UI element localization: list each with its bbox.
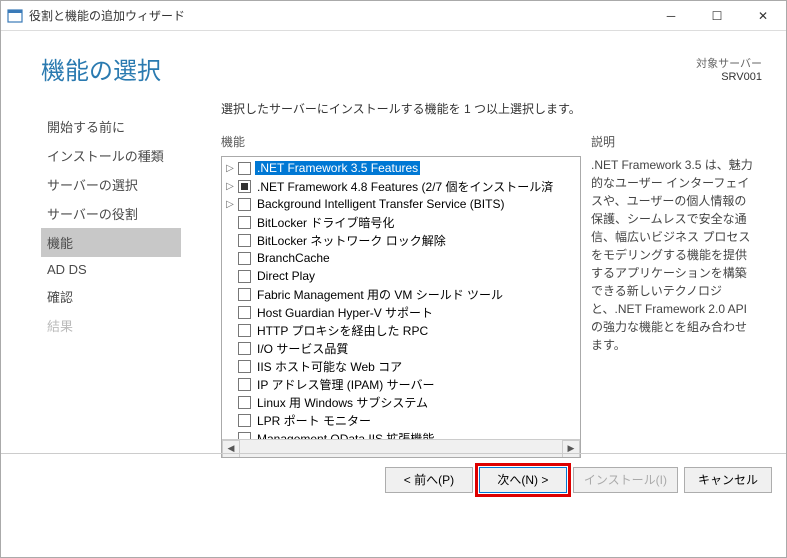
feature-label: BitLocker ネットワーク ロック解除	[255, 232, 448, 249]
feature-row[interactable]: ▷Management OData IIS 拡張機能	[222, 429, 580, 439]
feature-row[interactable]: ▷BitLocker ネットワーク ロック解除	[222, 231, 580, 249]
wizard-footer: < 前へ(P) 次へ(N) > インストール(I) キャンセル	[1, 453, 786, 505]
wizard-step[interactable]: インストールの種類	[41, 141, 181, 170]
features-header: 機能	[221, 133, 581, 150]
expand-icon[interactable]: ▷	[224, 181, 236, 192]
target-server-name: SRV001	[696, 71, 762, 83]
feature-checkbox[interactable]	[238, 162, 251, 175]
expand-icon[interactable]: ▷	[224, 199, 236, 210]
feature-label: BitLocker ドライブ暗号化	[255, 214, 396, 231]
instruction-text: 選択したサーバーにインストールする機能を 1 つ以上選択します。	[181, 100, 766, 117]
target-server-label: 対象サーバー	[696, 55, 762, 71]
wizard-icon	[7, 8, 23, 24]
feature-label: HTTP プロキシを経由した RPC	[255, 322, 430, 339]
feature-label: LPR ポート モニター	[255, 412, 373, 429]
feature-row[interactable]: ▷Direct Play	[222, 267, 580, 285]
feature-row[interactable]: ▷BitLocker ドライブ暗号化	[222, 213, 580, 231]
feature-label: I/O サービス品質	[255, 340, 350, 357]
description-text: .NET Framework 3.5 は、魅力的なユーザー インターフェイスや、…	[591, 156, 756, 354]
feature-checkbox[interactable]	[238, 270, 251, 283]
description-header: 説明	[591, 133, 756, 150]
feature-row[interactable]: ▷LPR ポート モニター	[222, 411, 580, 429]
feature-checkbox[interactable]	[238, 288, 251, 301]
feature-checkbox[interactable]	[238, 216, 251, 229]
feature-row[interactable]: ▷Linux 用 Windows サブシステム	[222, 393, 580, 411]
feature-checkbox[interactable]	[238, 360, 251, 373]
feature-row[interactable]: ▷HTTP プロキシを経由した RPC	[222, 321, 580, 339]
feature-checkbox[interactable]	[238, 306, 251, 319]
feature-row[interactable]: ▷ .NET Framework 4.8 Features (2/7 個をインスト…	[222, 177, 580, 195]
feature-label: IIS ホスト可能な Web コア	[255, 358, 404, 375]
feature-checkbox[interactable]	[238, 342, 251, 355]
wizard-steps-sidebar: 開始する前にインストールの種類サーバーの選択サーバーの役割機能AD DS確認結果	[1, 96, 181, 458]
titlebar: 役割と機能の追加ウィザード ─ ☐ ✕	[1, 1, 786, 31]
feature-checkbox[interactable]	[238, 396, 251, 409]
features-tree[interactable]: ▷ .NET Framework 3.5 Features ▷ .NET Framew…	[221, 156, 581, 458]
next-button[interactable]: 次へ(N) >	[479, 467, 567, 493]
target-server-info: 対象サーバー SRV001	[696, 55, 762, 83]
feature-label: .NET Framework 4.8 Features (2/7 個をインストー…	[255, 178, 555, 195]
feature-row[interactable]: ▷IIS ホスト可能な Web コア	[222, 357, 580, 375]
feature-checkbox[interactable]	[238, 378, 251, 391]
wizard-step: 結果	[41, 311, 181, 340]
feature-label: .NET Framework 3.5 Features	[255, 161, 420, 175]
feature-label: Host Guardian Hyper-V サポート	[255, 304, 435, 321]
cancel-button[interactable]: キャンセル	[684, 467, 772, 493]
feature-label: Linux 用 Windows サブシステム	[255, 394, 430, 411]
feature-row[interactable]: ▷Host Guardian Hyper-V サポート	[222, 303, 580, 321]
feature-label: Management OData IIS 拡張機能	[255, 430, 436, 440]
feature-label: Fabric Management 用の VM シールド ツール	[255, 286, 505, 303]
feature-label: Direct Play	[255, 269, 317, 283]
feature-label: BranchCache	[255, 251, 332, 265]
wizard-step[interactable]: 開始する前に	[41, 112, 181, 141]
feature-row[interactable]: ▷Fabric Management 用の VM シールド ツール	[222, 285, 580, 303]
close-button[interactable]: ✕	[740, 1, 786, 31]
previous-button[interactable]: < 前へ(P)	[385, 467, 473, 493]
feature-checkbox[interactable]	[238, 198, 251, 211]
wizard-step[interactable]: AD DS	[41, 257, 181, 282]
feature-row[interactable]: ▷IP アドレス管理 (IPAM) サーバー	[222, 375, 580, 393]
feature-row[interactable]: ▷ Background Intelligent Transfer Service…	[222, 195, 580, 213]
wizard-step[interactable]: 確認	[41, 282, 181, 311]
feature-checkbox[interactable]	[238, 414, 251, 427]
feature-checkbox[interactable]	[238, 432, 251, 440]
minimize-button[interactable]: ─	[648, 1, 694, 31]
wizard-step[interactable]: サーバーの役割	[41, 199, 181, 228]
feature-row[interactable]: ▷BranchCache	[222, 249, 580, 267]
install-button[interactable]: インストール(I)	[573, 467, 678, 493]
expand-icon[interactable]: ▷	[224, 163, 236, 174]
page-title: 機能の選択	[41, 51, 696, 86]
feature-label: Background Intelligent Transfer Service …	[255, 197, 506, 211]
wizard-step[interactable]: 機能	[41, 228, 181, 257]
wizard-step[interactable]: サーバーの選択	[41, 170, 181, 199]
feature-checkbox[interactable]	[238, 234, 251, 247]
maximize-button[interactable]: ☐	[694, 1, 740, 31]
feature-checkbox[interactable]	[238, 180, 251, 193]
feature-checkbox[interactable]	[238, 324, 251, 337]
feature-label: IP アドレス管理 (IPAM) サーバー	[255, 376, 436, 393]
window-title: 役割と機能の追加ウィザード	[29, 7, 648, 24]
feature-row[interactable]: ▷ .NET Framework 3.5 Features	[222, 159, 580, 177]
feature-row[interactable]: ▷I/O サービス品質	[222, 339, 580, 357]
feature-checkbox[interactable]	[238, 252, 251, 265]
